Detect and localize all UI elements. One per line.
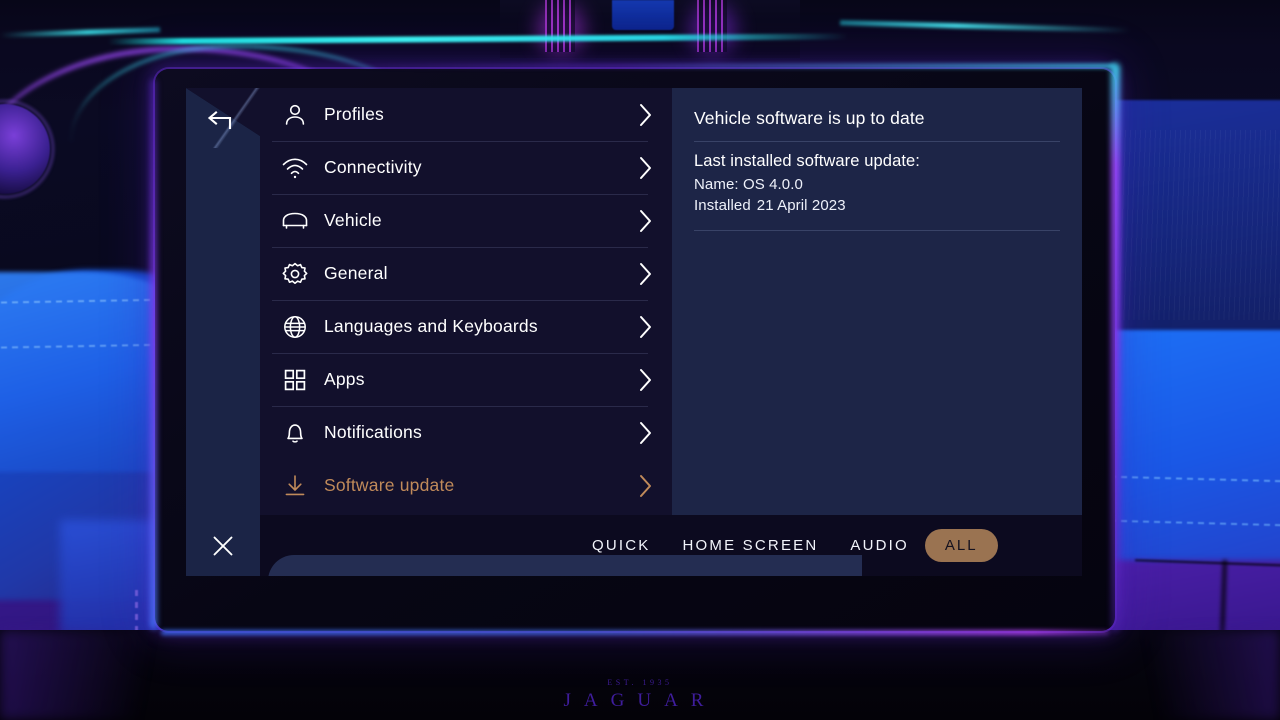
bezel-glow-right — [1111, 63, 1120, 631]
vent-grill-right — [697, 0, 727, 52]
infotainment-screen: Vehicle software is up to date Last inst… — [186, 88, 1082, 576]
menu-item-label: Apps — [324, 369, 365, 389]
row-divider — [272, 247, 648, 248]
back-button[interactable] — [198, 102, 244, 142]
chevron-right-icon — [638, 420, 654, 446]
settings-menu-list: Profiles Connectivity Vehicle General La… — [260, 88, 672, 576]
menu-item-vehicle[interactable]: Vehicle — [260, 194, 672, 247]
bezel-glow-bottom — [161, 630, 1109, 635]
back-arrow-icon — [206, 110, 236, 134]
row-divider — [272, 141, 648, 142]
detail-installed-line: Installed 21 April 2023 — [694, 195, 1060, 216]
selected-row-highlight — [268, 555, 672, 576]
close-button[interactable] — [186, 515, 260, 576]
menu-item-label: General — [324, 263, 388, 283]
detail-divider-bottom — [694, 230, 1060, 231]
car-icon — [278, 209, 312, 233]
bezel-glow-top — [355, 64, 1115, 68]
close-icon — [210, 533, 236, 559]
badge-established: EST. 1935 — [607, 678, 673, 687]
row-divider — [272, 406, 648, 407]
chevron-right-icon — [638, 314, 654, 340]
bell-icon — [278, 420, 312, 446]
chevron-right-icon — [638, 261, 654, 287]
badge-name: JAGUAR — [563, 690, 717, 711]
wifi-icon — [278, 156, 312, 180]
download-icon — [278, 473, 312, 499]
menu-item-label: Notifications — [324, 422, 422, 442]
grid-icon — [278, 368, 312, 392]
row-divider — [272, 353, 648, 354]
right-door-texture — [1100, 130, 1280, 320]
chevron-right-icon — [638, 102, 654, 128]
menu-item-label: Software update — [324, 475, 455, 495]
person-icon — [278, 102, 312, 128]
detail-name-line: Name: OS 4.0.0 — [694, 176, 803, 193]
bezel-glow-left — [150, 79, 157, 629]
car-interior-scene: EST. 1935 JAGUAR Vehicle software is up — [0, 0, 1280, 720]
detail-installed-label: Installed — [694, 197, 751, 214]
row-divider — [272, 194, 648, 195]
menu-item-label: Languages and Keyboards — [324, 316, 538, 336]
center-display-glow — [612, 0, 674, 30]
detail-installed-date: 21 April 2023 — [756, 197, 846, 214]
detail-divider-top — [694, 141, 1060, 142]
detail-title: Vehicle software is up to date — [694, 108, 925, 128]
gear-icon — [278, 261, 312, 287]
menu-item-software-update[interactable]: Software update — [260, 459, 672, 512]
chevron-right-icon — [638, 208, 654, 234]
selected-row-highlight-ext — [672, 555, 862, 576]
right-seat-leather — [1105, 330, 1280, 570]
menu-item-label: Profiles — [324, 104, 384, 124]
menu-item-label: Connectivity — [324, 157, 422, 177]
menu-item-label: Vehicle — [324, 210, 382, 230]
globe-icon — [278, 314, 312, 340]
detail-section-heading: Last installed software update: — [694, 152, 920, 170]
chevron-right-icon — [638, 367, 654, 393]
tab-all[interactable]: ALL — [924, 529, 998, 562]
row-divider — [272, 300, 648, 301]
vent-grill-left — [545, 0, 575, 52]
jaguar-brand-badge: EST. 1935 JAGUAR — [0, 678, 1280, 712]
menu-item-profiles[interactable]: Profiles — [260, 88, 672, 141]
menu-item-languages-and-keyboards[interactable]: Languages and Keyboards — [260, 300, 672, 353]
chevron-right-icon — [638, 473, 654, 499]
left-rail — [186, 88, 260, 576]
chevron-right-icon — [638, 155, 654, 181]
menu-item-apps[interactable]: Apps — [260, 353, 672, 406]
detail-panel: Vehicle software is up to date Last inst… — [672, 88, 1082, 576]
menu-item-connectivity[interactable]: Connectivity — [260, 141, 672, 194]
menu-item-notifications[interactable]: Notifications — [260, 406, 672, 459]
menu-item-general[interactable]: General — [260, 247, 672, 300]
